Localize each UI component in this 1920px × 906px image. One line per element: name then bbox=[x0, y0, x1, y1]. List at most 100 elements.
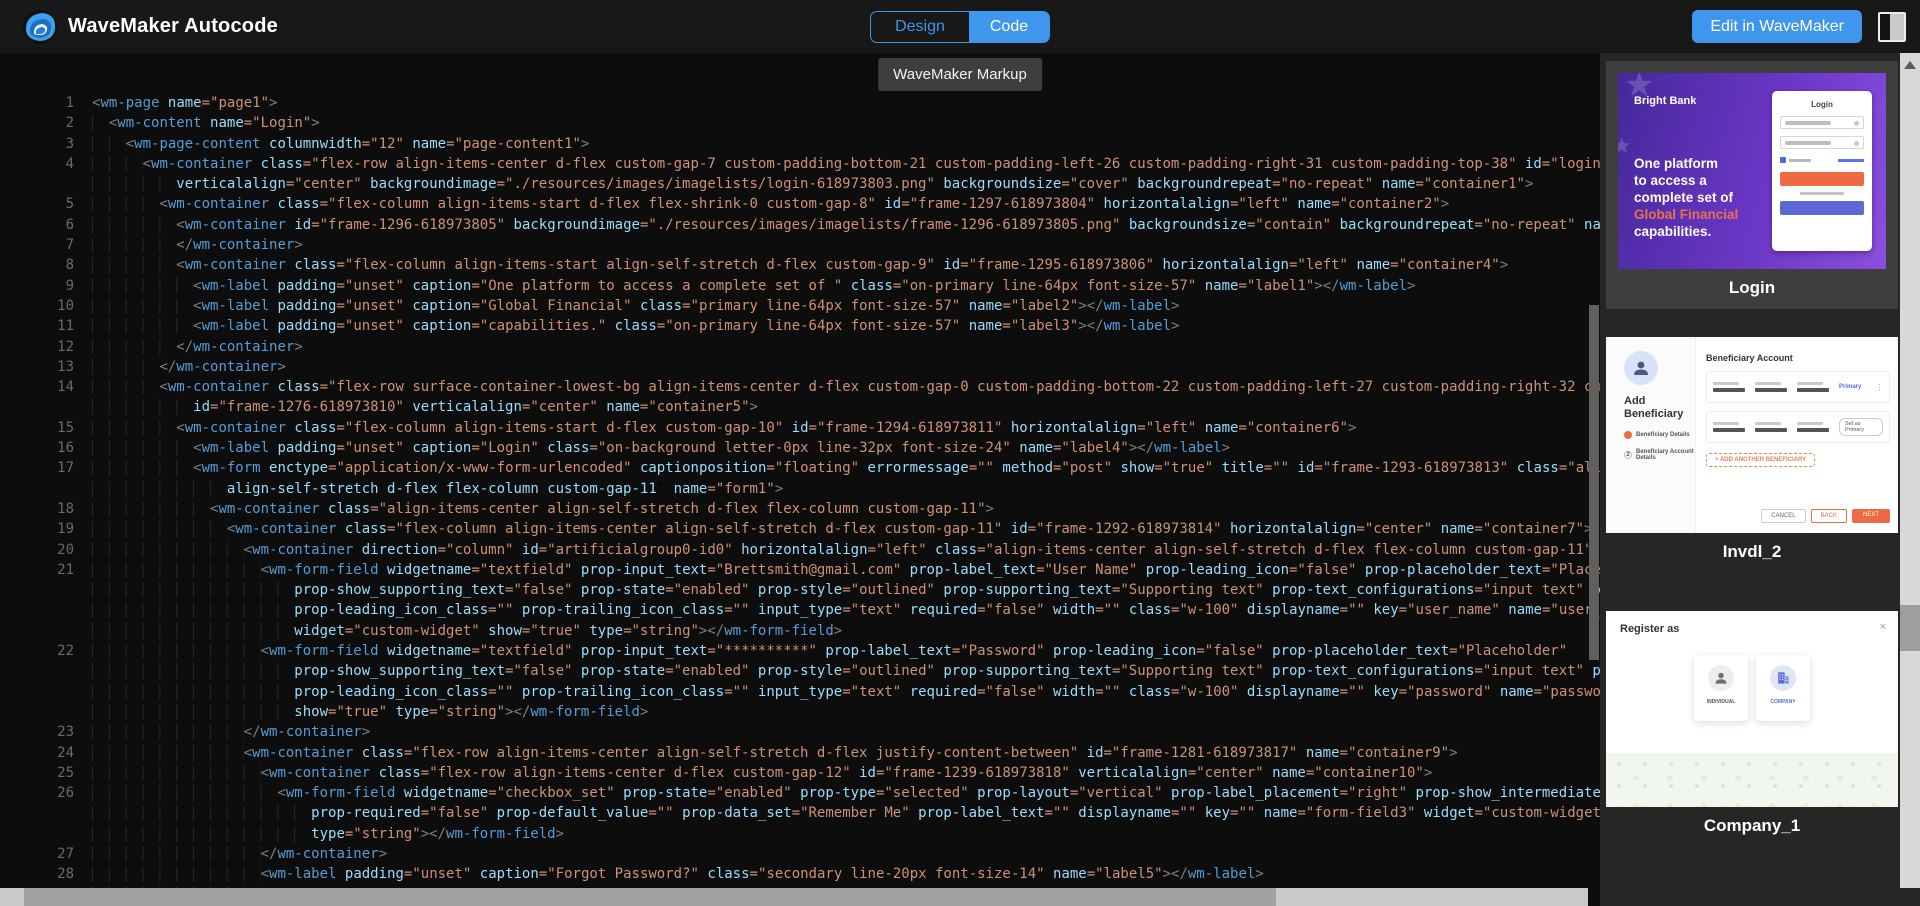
line-number bbox=[0, 682, 74, 702]
tooltip-wavemaker-markup: WaveMaker Markup bbox=[878, 58, 1042, 91]
thumb-panel-title: Add Beneficiary bbox=[1624, 395, 1684, 421]
code-text: </wm-container> bbox=[74, 235, 1600, 255]
code-row: 20 <wm-container direction="column" id="… bbox=[0, 540, 1600, 560]
code-text: </wm-container> bbox=[74, 844, 1600, 864]
line-number: 4 bbox=[0, 154, 74, 174]
line-number: 23 bbox=[0, 722, 74, 742]
code-text: <wm-container class="flex-row align-item… bbox=[74, 763, 1600, 783]
thumb-forgot-link bbox=[1838, 159, 1864, 162]
thumb-primary-link: Primary bbox=[1839, 384, 1861, 390]
code-text: align-self-stretch d-flex flex-column cu… bbox=[74, 479, 1600, 499]
code-text: verticalalign="center" backgroundimage="… bbox=[74, 174, 1600, 194]
thumb-password-field bbox=[1780, 136, 1864, 149]
code-row: prop-leading_icon_class="" prop-trailing… bbox=[0, 600, 1600, 620]
line-number bbox=[0, 397, 74, 417]
code-row: 13 </wm-container> bbox=[0, 357, 1600, 377]
code-row: 23 </wm-container> bbox=[0, 722, 1600, 742]
code-row: 17 <wm-form enctype="application/x-www-f… bbox=[0, 458, 1600, 478]
sidebar-scrollbar-thumb[interactable] bbox=[1900, 605, 1920, 651]
line-number: 5 bbox=[0, 194, 74, 214]
thumb-next-button: NEXT bbox=[1852, 509, 1890, 523]
editor-vertical-scrollbar[interactable] bbox=[1588, 53, 1600, 888]
code-text: <wm-container class="flex-row align-item… bbox=[74, 743, 1600, 763]
editor-horizontal-scrollbar[interactable] bbox=[0, 888, 1588, 906]
page-caption-invdl2: Invdl_2 bbox=[1606, 533, 1898, 571]
code-text: prop-leading_icon_class="" prop-trailing… bbox=[74, 600, 1600, 620]
thumb-step-1: Beneficiary Details bbox=[1620, 431, 1695, 439]
code-text: </wm-container> bbox=[74, 337, 1600, 357]
code-row: prop-required="false" prop-default_value… bbox=[0, 803, 1600, 823]
code-text: <wm-container class="flex-column align-i… bbox=[74, 418, 1600, 438]
code-lines: 1<wm-page name="page1">2 <wm-content nam… bbox=[0, 53, 1600, 905]
line-number: 17 bbox=[0, 458, 74, 478]
app-header: WaveMaker Autocode Design Code Edit in W… bbox=[0, 0, 1920, 53]
thumb-headline: One platform to access a complete set of… bbox=[1634, 155, 1738, 240]
wavemaker-logo-icon bbox=[22, 9, 58, 45]
line-number: 8 bbox=[0, 255, 74, 275]
code-text: <wm-label padding="unset" caption="Forgo… bbox=[74, 864, 1600, 884]
code-text: <wm-container direction="column" id="art… bbox=[74, 540, 1600, 560]
thumb-add-beneficiary-button: + ADD ANOTHER BENEFICIARY bbox=[1706, 453, 1815, 467]
line-number: 12 bbox=[0, 337, 74, 357]
code-text: prop-required="false" prop-default_value… bbox=[74, 803, 1600, 823]
code-text: show="true" type="string"></wm-form-fiel… bbox=[74, 702, 1600, 722]
step-label: Beneficiary Account Details bbox=[1636, 449, 1695, 461]
code-row: align-self-stretch d-flex flex-column cu… bbox=[0, 479, 1600, 499]
line-number bbox=[0, 174, 74, 194]
thumb-cancel-button: CANCEL bbox=[1761, 509, 1805, 523]
code-text: <wm-container class="flex-row align-item… bbox=[74, 154, 1600, 174]
headline-line: complete set of bbox=[1634, 189, 1738, 206]
code-row: 15 <wm-container class="flex-column alig… bbox=[0, 418, 1600, 438]
invdl2-page-thumbnail[interactable]: Add Beneficiary Beneficiary Details 2 Be… bbox=[1606, 337, 1898, 533]
code-text: <wm-label padding="unset" caption="One p… bbox=[74, 276, 1600, 296]
code-row: 28 <wm-label padding="unset" caption="Fo… bbox=[0, 864, 1600, 884]
code-text: prop-leading_icon_class="" prop-trailing… bbox=[74, 682, 1600, 702]
sidebar-item-company1[interactable]: Register as × INDIVIDUAL bbox=[1606, 611, 1898, 875]
code-editor[interactable]: 1<wm-page name="page1">2 <wm-content nam… bbox=[0, 53, 1600, 906]
sidebar-scrollbar[interactable] bbox=[1900, 53, 1920, 888]
avatar-icon bbox=[1624, 351, 1658, 385]
thumb-company-card: COMPANY bbox=[1756, 655, 1810, 721]
code-text: widget="custom-widget" show="true" type=… bbox=[74, 621, 1600, 641]
line-number bbox=[0, 661, 74, 681]
sidebar-item-invdl2[interactable]: Add Beneficiary Beneficiary Details 2 Be… bbox=[1606, 337, 1898, 571]
line-number: 25 bbox=[0, 763, 74, 783]
pages-sidebar: ★ ★ Bright Bank One platform to access a… bbox=[1600, 53, 1920, 906]
code-text: <wm-page name="page1"> bbox=[74, 93, 1600, 113]
line-number bbox=[0, 803, 74, 823]
tab-design[interactable]: Design bbox=[871, 12, 969, 42]
line-number: 9 bbox=[0, 276, 74, 296]
editor-vertical-scrollbar-thumb[interactable] bbox=[1589, 305, 1599, 660]
line-number: 6 bbox=[0, 215, 74, 235]
code-row: 9 <wm-label padding="unset" caption="One… bbox=[0, 276, 1600, 296]
line-number: 13 bbox=[0, 357, 74, 377]
thumb-back-button: BACK bbox=[1811, 509, 1847, 523]
code-row: 14 <wm-container class="flex-row surface… bbox=[0, 377, 1600, 397]
thumb-remember-row bbox=[1780, 157, 1864, 163]
code-row: show="true" type="string"></wm-form-fiel… bbox=[0, 702, 1600, 722]
thumb-step-2: 2 Beneficiary Account Details bbox=[1620, 449, 1695, 461]
code-text: <wm-content name="Login"> bbox=[74, 113, 1600, 133]
code-row: 25 <wm-container class="flex-row align-i… bbox=[0, 763, 1600, 783]
line-number: 21 bbox=[0, 560, 74, 580]
line-number: 27 bbox=[0, 844, 74, 864]
thumb-individual-card: INDIVIDUAL bbox=[1694, 655, 1748, 721]
tab-code[interactable]: Code bbox=[969, 12, 1049, 42]
sidebar-item-login[interactable]: ★ ★ Bright Bank One platform to access a… bbox=[1606, 61, 1898, 309]
code-row: prop-leading_icon_class="" prop-trailing… bbox=[0, 682, 1600, 702]
login-page-thumbnail[interactable]: ★ ★ Bright Bank One platform to access a… bbox=[1618, 73, 1886, 269]
toggle-sidebar-icon[interactable] bbox=[1878, 12, 1906, 42]
scroll-up-arrow-icon[interactable] bbox=[1904, 61, 1916, 69]
code-row: 22 <wm-form-field widgetname="textfield"… bbox=[0, 641, 1600, 661]
thumb-left-panel: Add Beneficiary Beneficiary Details 2 Be… bbox=[1606, 337, 1696, 533]
code-row: 4 <wm-container class="flex-row align-it… bbox=[0, 154, 1600, 174]
editor-horizontal-scrollbar-thumb[interactable] bbox=[24, 888, 1276, 906]
edit-in-wavemaker-button[interactable]: Edit in WaveMaker bbox=[1692, 10, 1862, 43]
company1-page-thumbnail[interactable]: Register as × INDIVIDUAL bbox=[1606, 611, 1898, 807]
code-text: id="frame-1276-618973810" verticalalign=… bbox=[74, 397, 1600, 417]
line-number bbox=[0, 580, 74, 600]
code-row: 27 </wm-container> bbox=[0, 844, 1600, 864]
line-number: 10 bbox=[0, 296, 74, 316]
code-row: 24 <wm-container class="flex-row align-i… bbox=[0, 743, 1600, 763]
line-number: 19 bbox=[0, 519, 74, 539]
